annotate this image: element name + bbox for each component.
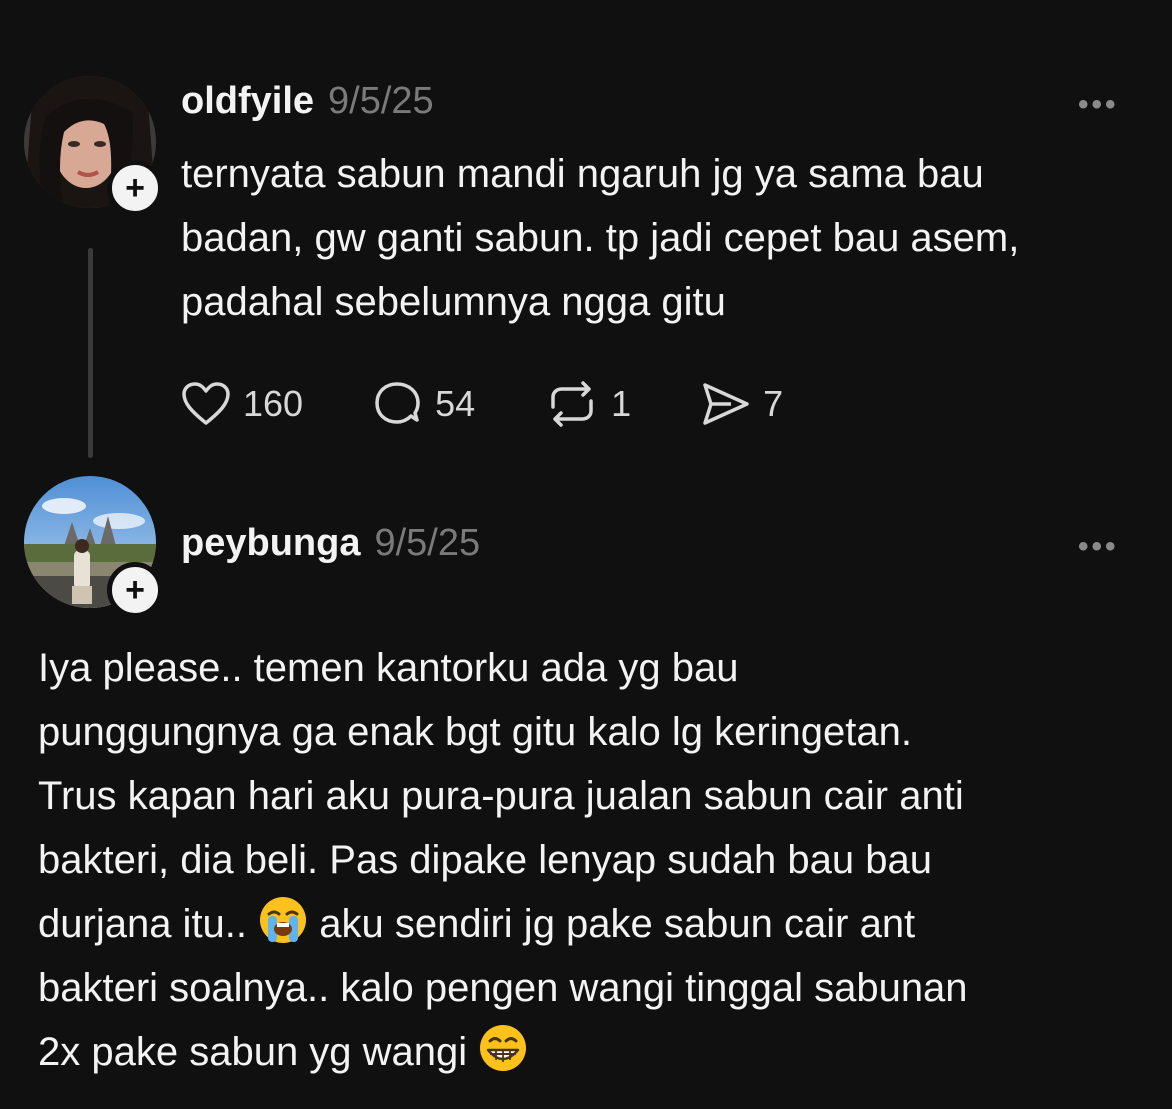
post-line: Iya please.. temen kantorku ada yg bau <box>38 646 739 690</box>
post-actions-oldfyile: 160 54 1 7 <box>181 380 783 428</box>
comment-icon <box>375 382 420 424</box>
post-line: bakteri, dia beli. Pas dipake lenyap sud… <box>38 838 932 882</box>
post-line: padahal sebelumnya ngga gitu <box>181 280 726 324</box>
post-date: 9/5/25 <box>328 80 434 122</box>
post-header-peybunga: peybunga 9/5/25 <box>181 522 480 565</box>
post-text-segment: aku sendiri jg pake sabun cair ant <box>308 902 916 946</box>
post-text-segment: 2x pake sabun yg wangi <box>38 1030 479 1074</box>
like-count: 160 <box>243 383 304 424</box>
follow-button-peybunga[interactable]: + <box>107 562 163 618</box>
heart-icon <box>182 382 230 425</box>
post-line: badan, gw ganti sabun. tp jadi cepet bau… <box>181 216 1020 260</box>
more-options-icon[interactable]: ••• <box>1078 88 1119 122</box>
more-options-icon[interactable]: ••• <box>1078 530 1119 564</box>
follow-button-oldfyile[interactable]: + <box>107 160 163 216</box>
repost-button[interactable]: 1 <box>545 381 631 427</box>
thread-connector-line <box>88 248 93 458</box>
like-button[interactable]: 160 <box>181 381 303 427</box>
reply-count: 54 <box>435 383 476 424</box>
username-oldfyile[interactable]: oldfyile <box>181 80 314 123</box>
post-line: ternyata sabun mandi ngaruh jg ya sama b… <box>181 152 984 196</box>
post-body-oldfyile: ternyata sabun mandi ngaruh jg ya sama b… <box>181 142 1141 334</box>
grinning-face-emoji <box>480 1025 527 1071</box>
post-line: Trus kapan hari aku pura-pura jualan sab… <box>38 774 964 818</box>
post-line: durjana itu.. aku sendiri jg pake sabun … <box>38 892 1148 956</box>
post-line: 2x pake sabun yg wangi <box>38 1020 1148 1084</box>
send-icon <box>703 383 749 425</box>
post-line: punggungnya ga enak bgt gitu kalo lg ker… <box>38 710 913 754</box>
repost-count: 1 <box>611 383 632 424</box>
post-text-segment: durjana itu.. <box>38 902 259 946</box>
username-peybunga[interactable]: peybunga <box>181 522 360 565</box>
share-button[interactable]: 7 <box>701 381 783 427</box>
reply-button[interactable]: 54 <box>373 380 475 428</box>
post-header-oldfyile: oldfyile 9/5/25 <box>181 80 434 123</box>
share-count: 7 <box>763 383 784 424</box>
post-body-peybunga: Iya please.. temen kantorku ada yg bau p… <box>38 636 1148 1084</box>
post-date: 9/5/25 <box>374 522 481 564</box>
repost-icon <box>551 381 593 427</box>
post-line: bakteri soalnya.. kalo pengen wangi ting… <box>38 966 968 1010</box>
loudly-crying-face-emoji <box>260 897 307 943</box>
